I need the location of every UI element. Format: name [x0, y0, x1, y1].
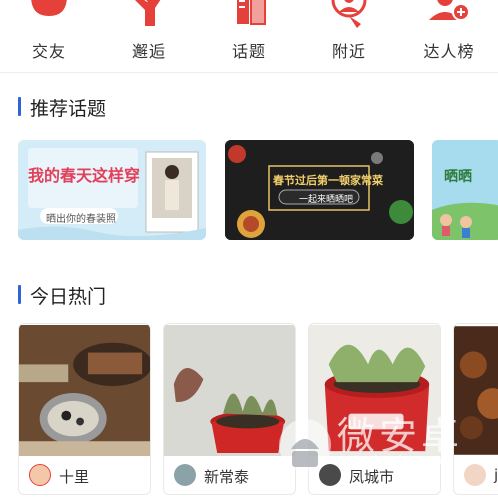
person-raise-icon [135, 0, 161, 26]
topic-card-share[interactable]: 晒晒 [432, 140, 498, 240]
topic-card-subtitle: 一起来晒晒吧 [299, 195, 354, 205]
topic-card-home-meal[interactable]: 春节过后第一顿家常菜 一起来晒晒吧 [225, 140, 414, 240]
nav-item-friends[interactable]: 交友 [4, 0, 94, 72]
hot-card-image [309, 325, 440, 456]
avatar [464, 464, 486, 486]
nav-label-rank: 达人榜 [423, 42, 475, 61]
username: 凤城市 [349, 468, 395, 486]
nav-label-topic: 话题 [231, 42, 266, 61]
user-plus-icon [429, 0, 470, 21]
section-title: 推荐话题 [30, 98, 107, 120]
topic-card-title: 我的春天这样穿 [28, 166, 141, 185]
username: 十里 [59, 468, 90, 486]
avatar [319, 464, 341, 486]
topic-card-title: 春节过后第一顿家常菜 [273, 174, 383, 187]
topic-card-image [225, 140, 414, 240]
topic-card-spring-outfit[interactable]: 我的春天这样穿 晒出你的春装照 [18, 140, 206, 240]
section-accent-bar [18, 97, 21, 116]
hot-card[interactable]: j [453, 323, 498, 495]
hot-card[interactable]: 十里 [18, 323, 151, 495]
avatar [174, 464, 196, 486]
topic-book-icon [237, 0, 266, 25]
nav-item-nearby[interactable]: 附近 [304, 0, 394, 72]
nav-label-nearby: 附近 [331, 42, 366, 61]
nav-label-encounter: 邂逅 [131, 42, 166, 61]
hot-card[interactable]: 凤城市 [308, 323, 441, 495]
section-accent-bar [18, 285, 21, 304]
topic-card-image [18, 140, 206, 240]
topic-card-subtitle: 晒出你的春装照 [46, 214, 116, 225]
topic-card-title: 晒晒 [444, 169, 472, 185]
divider [0, 72, 498, 73]
location-person-icon [331, 0, 367, 28]
nav-item-rank[interactable]: 达人榜 [404, 0, 494, 72]
hot-card-image [19, 325, 150, 456]
nav-item-encounter[interactable]: 邂逅 [104, 0, 194, 72]
section-title: 今日热门 [30, 286, 107, 308]
nav-item-topic[interactable]: 话题 [204, 0, 294, 72]
nav-label-friends: 交友 [31, 42, 66, 61]
hot-card-image [164, 325, 295, 456]
topic-card-image [432, 140, 498, 240]
top-nav: 交友 邂逅 话题 附近 达人榜 [0, 0, 498, 72]
username: 新常泰 [204, 468, 250, 486]
hot-card[interactable]: 新常泰 [163, 323, 296, 495]
heart-chat-icon [31, 0, 67, 16]
avatar [29, 464, 51, 486]
username: j [494, 466, 498, 484]
hot-card-image [454, 326, 498, 455]
